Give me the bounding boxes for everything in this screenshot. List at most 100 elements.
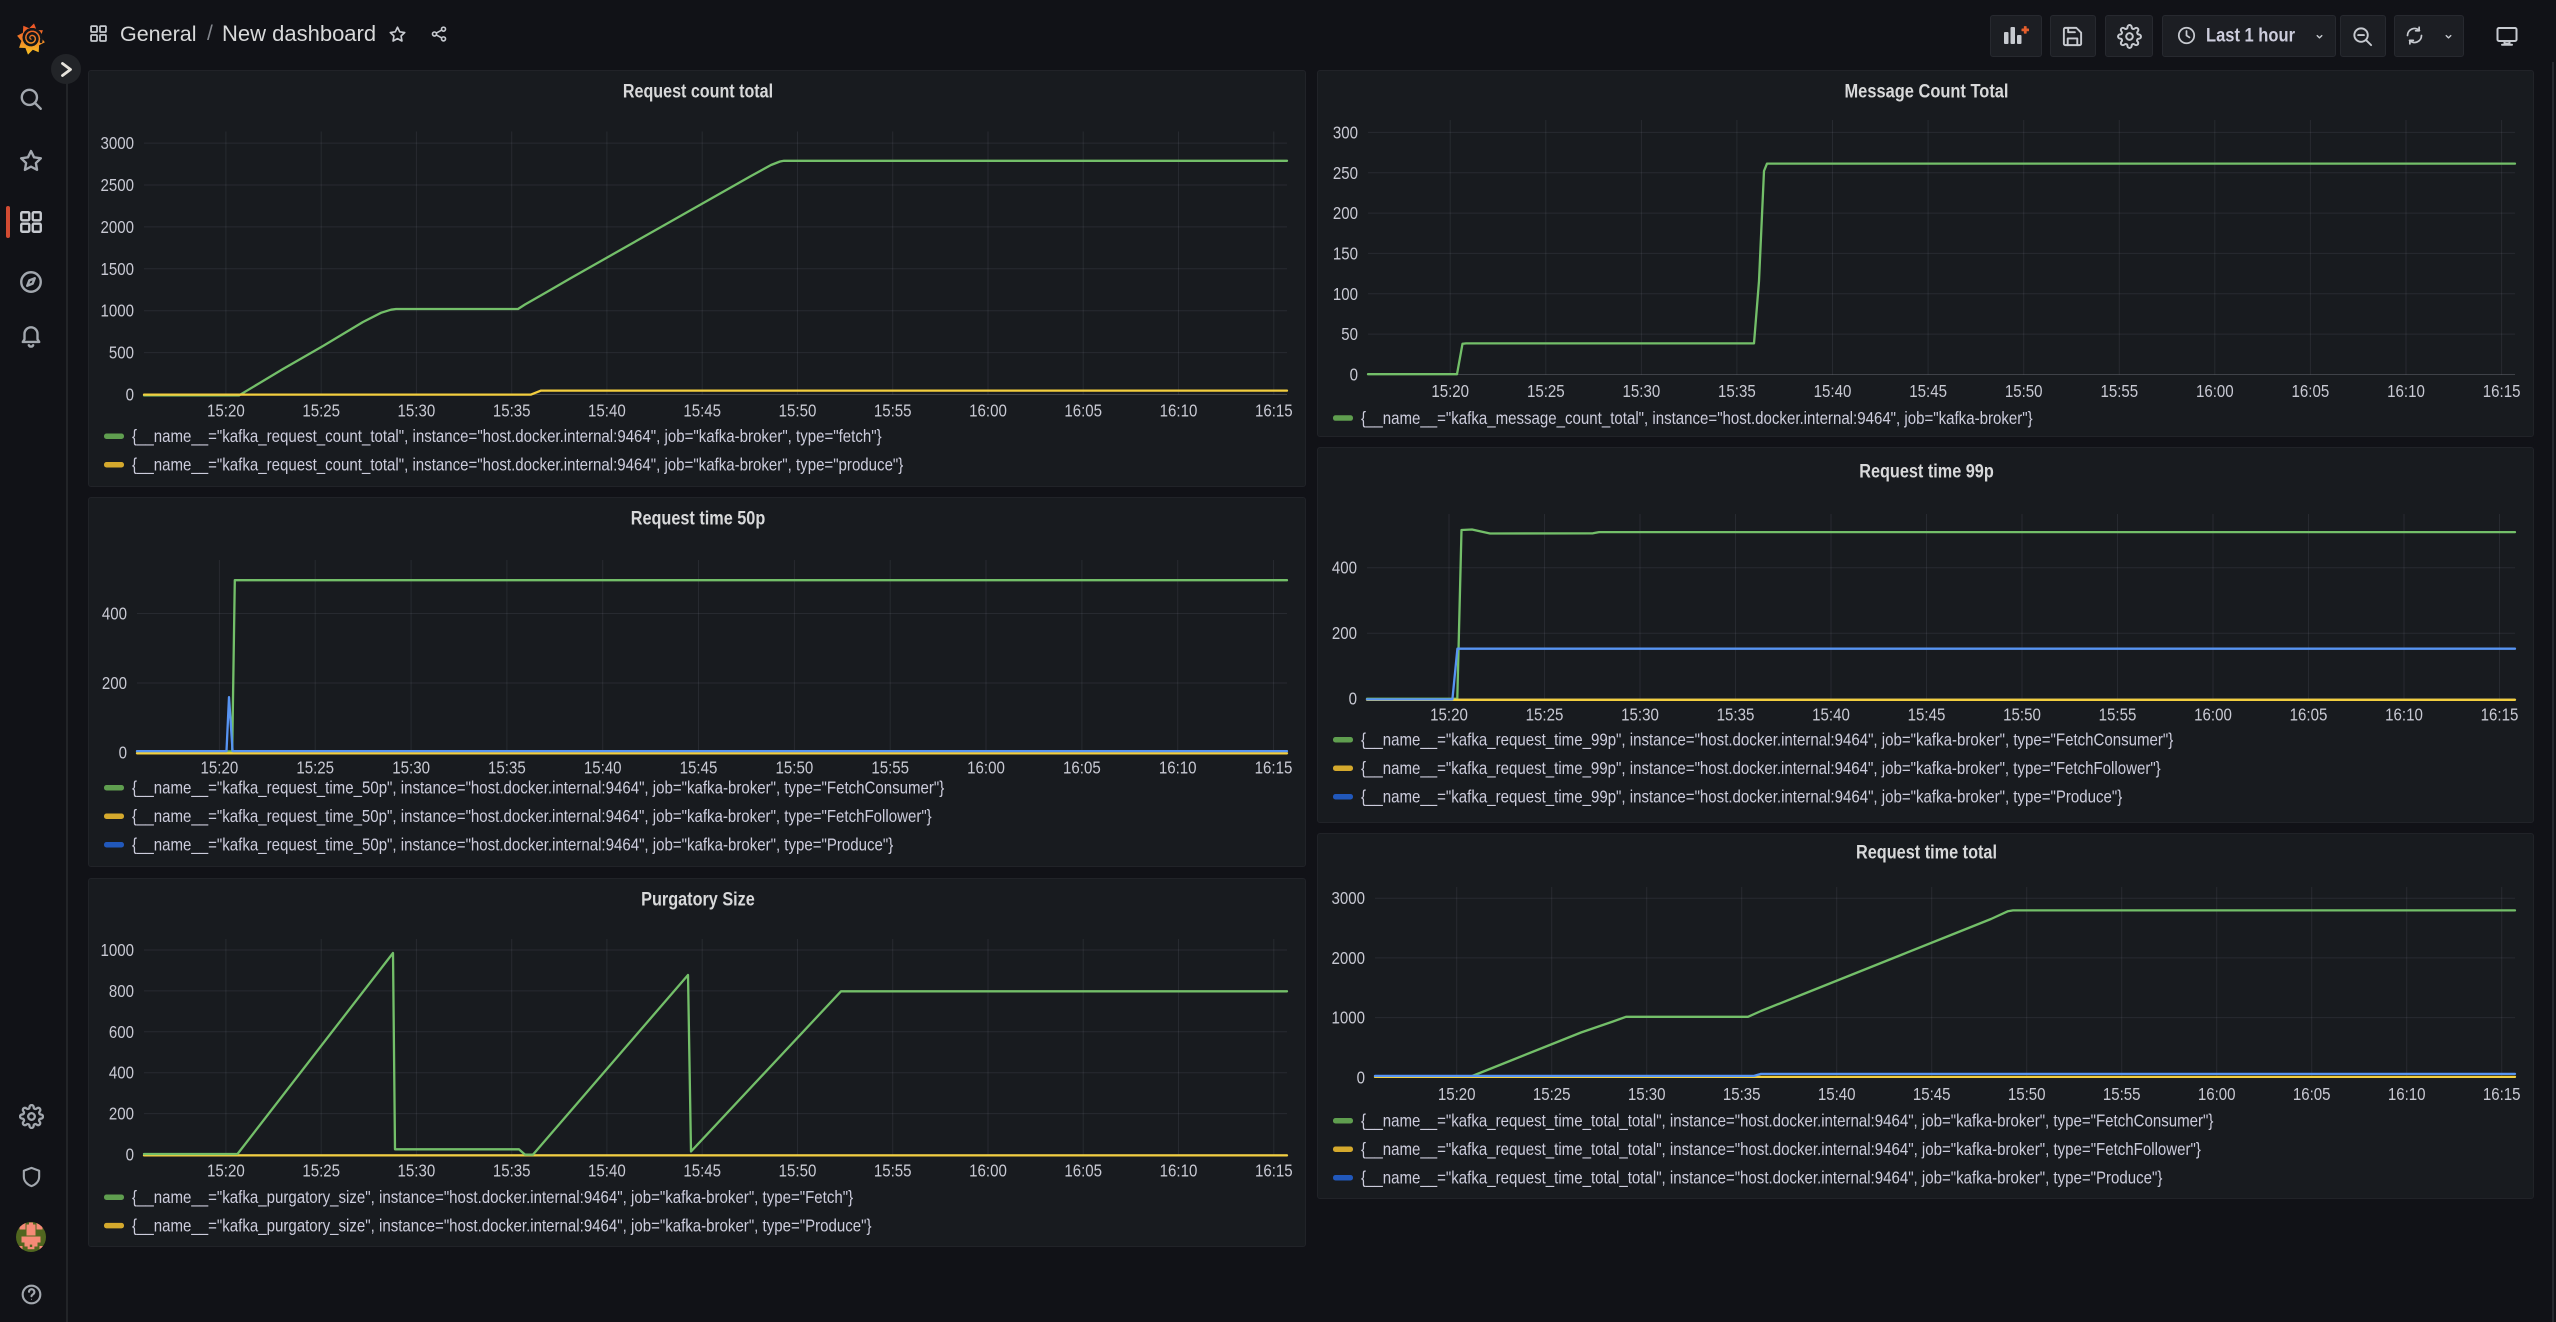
svg-text:15:25: 15:25: [1526, 705, 1564, 725]
svg-text:15:50: 15:50: [2003, 705, 2041, 725]
svg-text:{__name__="kafka_purgatory_siz: {__name__="kafka_purgatory_size", instan…: [132, 1187, 853, 1207]
svg-text:16:00: 16:00: [969, 401, 1007, 421]
svg-text:16:10: 16:10: [1160, 1161, 1198, 1181]
svg-text:16:10: 16:10: [2387, 381, 2425, 401]
svg-text:{__name__="kafka_request_time_: {__name__="kafka_request_time_99p", inst…: [1361, 787, 2122, 807]
svg-text:15:45: 15:45: [680, 758, 718, 778]
svg-text:15:30: 15:30: [1628, 1084, 1666, 1104]
svg-text:{__name__="kafka_request_time_: {__name__="kafka_request_time_total_tota…: [1361, 1168, 2163, 1188]
svg-text:15:40: 15:40: [584, 758, 622, 778]
svg-text:16:10: 16:10: [1159, 758, 1197, 778]
svg-text:100: 100: [1333, 284, 1358, 304]
svg-text:15:25: 15:25: [1527, 381, 1565, 401]
svg-text:50: 50: [1341, 324, 1358, 344]
svg-text:{__name__="kafka_request_time_: {__name__="kafka_request_time_total_tota…: [1361, 1139, 2201, 1159]
svg-text:0: 0: [1350, 365, 1358, 385]
svg-text:250: 250: [1333, 163, 1358, 183]
svg-text:{__name__="kafka_request_count: {__name__="kafka_request_count_total", i…: [132, 455, 903, 475]
svg-text:15:35: 15:35: [1718, 381, 1756, 401]
svg-text:15:50: 15:50: [2005, 381, 2043, 401]
svg-text:2000: 2000: [1332, 948, 1366, 968]
svg-text:16:05: 16:05: [1063, 758, 1101, 778]
svg-text:{__name__="kafka_request_time_: {__name__="kafka_request_time_50p", inst…: [132, 835, 893, 855]
svg-text:16:15: 16:15: [2483, 1084, 2521, 1104]
svg-text:16:15: 16:15: [2481, 705, 2519, 725]
svg-text:16:05: 16:05: [2290, 705, 2328, 725]
svg-text:16:00: 16:00: [969, 1161, 1007, 1181]
svg-text:400: 400: [1332, 558, 1357, 578]
svg-text:{__name__="kafka_request_time_: {__name__="kafka_request_time_50p", inst…: [132, 806, 932, 826]
svg-text:Request time total: Request time total: [1856, 843, 1997, 864]
svg-text:15:45: 15:45: [683, 1161, 721, 1181]
svg-text:{__name__="kafka_message_count: {__name__="kafka_message_count_total", i…: [1361, 408, 2033, 428]
svg-text:{__name__="kafka_purgatory_siz: {__name__="kafka_purgatory_size", instan…: [132, 1215, 872, 1235]
svg-text:15:45: 15:45: [1908, 705, 1946, 725]
svg-text:15:40: 15:40: [588, 401, 626, 421]
svg-text:16:15: 16:15: [1255, 401, 1293, 421]
svg-text:{__name__="kafka_request_time_: {__name__="kafka_request_time_50p", inst…: [132, 778, 944, 798]
svg-text:2000: 2000: [101, 217, 135, 237]
svg-text:15:55: 15:55: [2100, 381, 2138, 401]
svg-text:15:45: 15:45: [1909, 381, 1947, 401]
svg-text:{__name__="kafka_request_time_: {__name__="kafka_request_time_99p", inst…: [1361, 730, 2173, 750]
svg-text:15:20: 15:20: [1430, 705, 1468, 725]
svg-text:15:20: 15:20: [1431, 381, 1469, 401]
svg-text:16:10: 16:10: [2385, 705, 2423, 725]
svg-text:16:15: 16:15: [1255, 758, 1293, 778]
svg-text:{__name__="kafka_request_time_: {__name__="kafka_request_time_99p", inst…: [1361, 758, 2161, 778]
svg-text:15:20: 15:20: [201, 758, 239, 778]
svg-text:16:10: 16:10: [1160, 401, 1198, 421]
svg-text:16:10: 16:10: [2388, 1084, 2426, 1104]
svg-text:15:30: 15:30: [398, 401, 436, 421]
svg-text:15:35: 15:35: [493, 1161, 531, 1181]
svg-text:1500: 1500: [101, 259, 135, 279]
svg-text:300: 300: [1333, 122, 1358, 142]
svg-text:15:45: 15:45: [1913, 1084, 1951, 1104]
svg-text:3000: 3000: [1332, 888, 1366, 908]
svg-text:16:00: 16:00: [2198, 1084, 2236, 1104]
svg-text:400: 400: [109, 1063, 134, 1083]
svg-text:15:25: 15:25: [302, 401, 340, 421]
svg-text:15:25: 15:25: [1533, 1084, 1571, 1104]
svg-text:15:40: 15:40: [1814, 381, 1852, 401]
svg-text:16:05: 16:05: [2293, 1084, 2331, 1104]
svg-text:15:50: 15:50: [2008, 1084, 2046, 1104]
svg-text:15:30: 15:30: [1623, 381, 1661, 401]
svg-text:15:30: 15:30: [392, 758, 430, 778]
svg-text:0: 0: [126, 1145, 134, 1165]
svg-text:15:55: 15:55: [871, 758, 909, 778]
svg-text:15:40: 15:40: [1812, 705, 1850, 725]
svg-text:1000: 1000: [101, 301, 135, 321]
svg-text:600: 600: [109, 1022, 134, 1042]
svg-text:15:55: 15:55: [2103, 1084, 2141, 1104]
svg-text:Purgatory Size: Purgatory Size: [641, 890, 755, 911]
svg-text:200: 200: [109, 1104, 134, 1124]
svg-text:500: 500: [109, 343, 134, 363]
svg-text:15:50: 15:50: [776, 758, 814, 778]
svg-text:{__name__="kafka_request_count: {__name__="kafka_request_count_total", i…: [132, 426, 882, 446]
svg-text:0: 0: [119, 743, 127, 763]
svg-text:2500: 2500: [101, 175, 135, 195]
svg-text:200: 200: [1333, 203, 1358, 223]
svg-text:15:50: 15:50: [779, 401, 817, 421]
svg-text:200: 200: [1332, 623, 1357, 643]
svg-text:Last 1 hour: Last 1 hour: [2206, 26, 2296, 47]
svg-text:200: 200: [102, 673, 127, 693]
svg-text:16:05: 16:05: [1064, 401, 1102, 421]
svg-text:15:25: 15:25: [302, 1161, 340, 1181]
svg-text:0: 0: [126, 385, 134, 405]
svg-text:16:00: 16:00: [2194, 705, 2232, 725]
svg-text:15:20: 15:20: [207, 1161, 245, 1181]
svg-text:16:15: 16:15: [1255, 1161, 1293, 1181]
svg-text:15:55: 15:55: [2099, 705, 2137, 725]
svg-text:1000: 1000: [101, 940, 135, 960]
svg-text:Message Count Total: Message Count Total: [1845, 82, 2009, 103]
svg-text:15:55: 15:55: [874, 401, 912, 421]
svg-text:15:30: 15:30: [398, 1161, 436, 1181]
svg-text:1000: 1000: [1332, 1008, 1366, 1028]
svg-text:15:30: 15:30: [1621, 705, 1659, 725]
svg-text:15:50: 15:50: [779, 1161, 817, 1181]
svg-text:Request time 50p: Request time 50p: [631, 509, 766, 530]
svg-text:16:00: 16:00: [967, 758, 1005, 778]
svg-text:Request count total: Request count total: [623, 82, 773, 103]
